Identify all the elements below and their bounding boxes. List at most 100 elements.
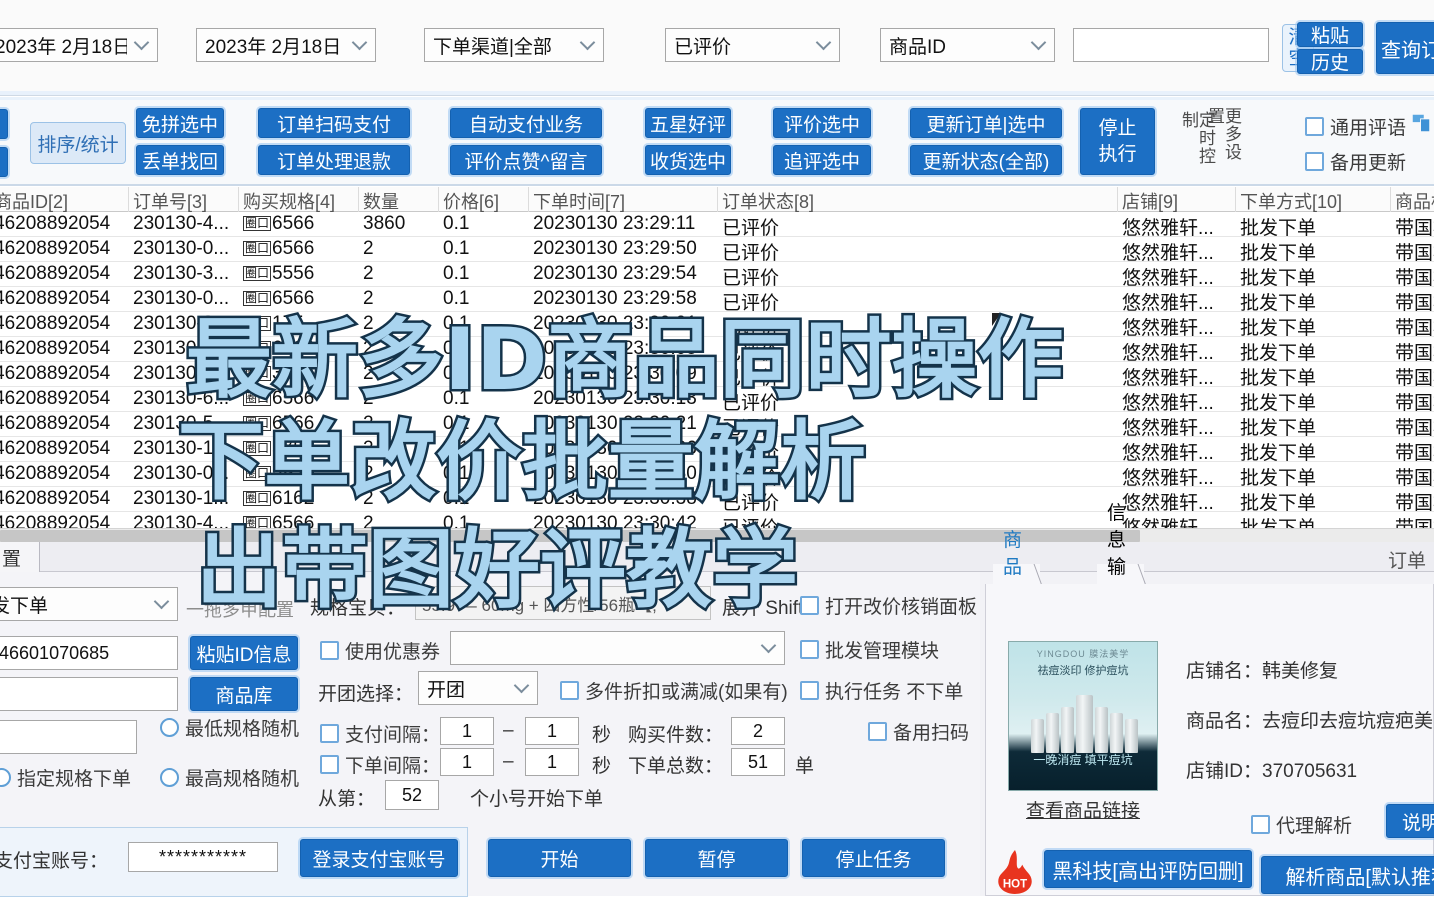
channel-select[interactable]: 下单渠道|全部 <box>424 28 604 62</box>
product-id-input-2[interactable] <box>0 677 178 711</box>
use-coupon-checkbox[interactable]: 使用优惠券 <box>320 637 440 664</box>
update-orders-selected-button[interactable]: 更新订单|选中 <box>910 108 1062 138</box>
stop-task-button[interactable]: 停止任务 <box>802 839 945 877</box>
from-nth-input[interactable]: 52 <box>385 780 439 810</box>
order-refund-button[interactable]: 订单处理退款 <box>258 145 410 175</box>
confirm-receipt-selected-button[interactable]: 收货选中 <box>645 145 731 175</box>
chevron-down-icon[interactable] <box>127 29 155 61</box>
copy-icon[interactable] <box>1410 112 1432 134</box>
col-product-id[interactable]: 商品ID[2] <box>0 188 68 214</box>
table-row[interactable]: 46208892054 230130-4... 圈口 30 2 0.1 20230130 2… <box>0 362 1434 389</box>
chevron-down-icon[interactable] <box>507 672 535 704</box>
expand-label[interactable]: 展开 Shift <box>722 593 803 620</box>
followup-review-selected-button[interactable]: 追评选中 <box>773 145 871 175</box>
radio-circle[interactable] <box>160 718 179 737</box>
chevron-down-icon[interactable] <box>1024 29 1052 61</box>
explain-button[interactable]: 说明 <box>1386 804 1434 838</box>
proxy-parse-checkbox[interactable]: 代理解析 <box>1251 811 1352 838</box>
table-row[interactable]: 46208892054 230130-0... 圈口 6566 2 0.1 20230130… <box>0 237 1434 264</box>
col-shop[interactable]: 店铺[9] <box>1122 188 1178 214</box>
checkbox-box[interactable] <box>1305 117 1324 136</box>
table-row[interactable]: 46208892054 230130-1... 圈口 5758 2 0.1 20230130… <box>0 437 1434 464</box>
free-group-selected-button[interactable]: 免拼选中 <box>136 108 224 138</box>
update-status-all-button[interactable]: 更新状态(全部) <box>910 145 1062 175</box>
coupon-select[interactable] <box>450 631 785 665</box>
radio-circle[interactable] <box>0 768 11 787</box>
date-to-combo[interactable]: 2023年 2月18日 <box>196 28 376 62</box>
login-alipay-button[interactable]: 登录支付宝账号 <box>300 839 458 877</box>
start-button[interactable]: 开始 <box>488 839 631 877</box>
checkbox-box[interactable] <box>320 724 339 743</box>
status-select[interactable]: 已评价 <box>665 28 840 62</box>
col-qty[interactable]: 数量 <box>363 188 399 214</box>
spec-value-input[interactable]: 55.9 — 60mg + 四方性/56瓶【; <box>415 586 711 620</box>
product-thumbnail[interactable]: YINGDOU 膜法美学 祛痘淡印 修护痘坑 一晚消痘 填平痘坑 <box>1008 641 1158 791</box>
highest-spec-random-radio[interactable]: 最高规格随机 <box>160 764 299 791</box>
open-price-panel-checkbox[interactable]: 打开改价核销面板 <box>800 592 977 619</box>
total-orders-input[interactable]: 51 <box>731 748 785 776</box>
history-button[interactable]: 历史 <box>1297 49 1363 74</box>
toolbar-button-cutoff-top[interactable] <box>0 109 8 139</box>
wholesale-module-checkbox[interactable]: 批发管理模块 <box>800 636 939 663</box>
blacktech-button[interactable]: 黑科技[高出评防回删] <box>1044 850 1252 888</box>
col-order-time[interactable]: 下单时间[7] <box>533 188 625 214</box>
checkbox-box[interactable] <box>800 596 819 615</box>
order-scan-pay-button[interactable]: 订单扫码支付 <box>258 108 410 138</box>
order-interval-max-input[interactable]: 1 <box>525 748 579 776</box>
review-selected-button[interactable]: 评价选中 <box>773 108 871 138</box>
table-row[interactable]: 46208892054 230130-6... 圈口 6566 2 0.1 20230130… <box>0 387 1434 414</box>
table-body[interactable]: 46208892054 230130-4... 圈口 6566 3860 0.1 20230… <box>0 212 1434 539</box>
parse-product-button[interactable]: 解析商品[默认推荐] <box>1261 856 1434 894</box>
col-price[interactable]: 价格[6] <box>443 188 499 214</box>
radio-circle[interactable] <box>160 768 179 787</box>
chevron-down-icon[interactable] <box>147 588 175 620</box>
chevron-down-icon[interactable] <box>754 632 782 664</box>
table-row[interactable]: 46208892054 230130-0... 圈口 6566 2 0.1 20230130… <box>0 287 1434 314</box>
checkbox-box[interactable] <box>800 681 819 700</box>
col-buy-spec[interactable]: 购买规格[4] <box>243 188 335 214</box>
pay-interval-checkbox[interactable]: 支付间隔： <box>320 720 440 747</box>
table-row[interactable]: 46208892054 230130-4... 圈口 6566 3860 0.1 20230… <box>0 212 1434 239</box>
table-row[interactable]: 46208892054 230130-5... 圈口 6566 2 0.1 20230130… <box>0 412 1434 439</box>
pay-interval-max-input[interactable]: 1 <box>525 717 579 745</box>
col-product-tag[interactable]: 商品标 <box>1395 188 1434 214</box>
order-type-select[interactable]: 发下单 <box>0 587 178 621</box>
group-buy-select[interactable]: 开团 <box>418 671 538 705</box>
product-library-button[interactable]: 商品库 <box>190 677 298 711</box>
date-from-combo[interactable]: 2023年 2月18日 <box>0 28 158 62</box>
table-row[interactable]: 46208892054 230130-3... 圈口 6566 2 0.1 20230130… <box>0 337 1434 364</box>
paste-id-info-button[interactable]: 粘贴ID信息 <box>190 636 298 670</box>
view-product-link[interactable]: 查看商品链接 <box>1008 796 1158 823</box>
checkbox-box[interactable] <box>800 640 819 659</box>
stop-execute-button[interactable]: 停止 执行 <box>1080 108 1155 175</box>
checkbox-box[interactable] <box>320 641 339 660</box>
keyword-input[interactable] <box>1073 28 1269 62</box>
auto-pay-business-button[interactable]: 自动支付业务 <box>450 108 602 138</box>
general-comment-checkbox[interactable]: 通用评语 <box>1305 113 1406 140</box>
table-row[interactable]: 46208892054 230130-0... 圈口 59 2 0.1 20230130 2… <box>0 462 1434 489</box>
horizontal-scrollbar[interactable] <box>0 528 1434 542</box>
col-order-no[interactable]: 订单号[3] <box>133 188 207 214</box>
lowest-spec-random-radio[interactable]: 最低规格随机 <box>160 714 299 741</box>
alipay-account-input[interactable]: *********** <box>128 842 278 872</box>
order-interval-checkbox[interactable]: 下单间隔： <box>320 751 440 778</box>
more-settings-label[interactable]: 更多设置 <box>1205 107 1241 177</box>
toolbar-button-cutoff-bottom[interactable] <box>0 147 8 177</box>
table-row[interactable]: 46208892054 230130-0... 圈口 175 2 0.1 20230130 … <box>0 312 1434 339</box>
multi-discount-checkbox[interactable]: 多件折扣或满减(如果有) <box>560 677 788 704</box>
chevron-down-icon[interactable] <box>345 29 373 61</box>
pause-button[interactable]: 暂停 <box>645 839 788 877</box>
checkbox-box[interactable] <box>868 722 887 741</box>
review-like-message-button[interactable]: 评价点赞^留言 <box>450 145 602 175</box>
buy-count-input[interactable]: 2 <box>731 717 785 745</box>
five-star-review-button[interactable]: 五星好评 <box>645 108 731 138</box>
checkbox-box[interactable] <box>560 681 579 700</box>
product-id-input[interactable]: 446601070685 <box>0 636 178 670</box>
checkbox-box[interactable] <box>1305 152 1324 171</box>
col-order-way[interactable]: 下单方式[10] <box>1240 188 1342 214</box>
chevron-down-icon[interactable] <box>809 29 837 61</box>
checkbox-box[interactable] <box>320 755 339 774</box>
backup-update-checkbox[interactable]: 备用更新 <box>1305 148 1406 175</box>
checkbox-box[interactable] <box>1251 815 1270 834</box>
table-row[interactable]: 46208892054 230130-3... 圈口 5556 2 0.1 20230130… <box>0 262 1434 289</box>
